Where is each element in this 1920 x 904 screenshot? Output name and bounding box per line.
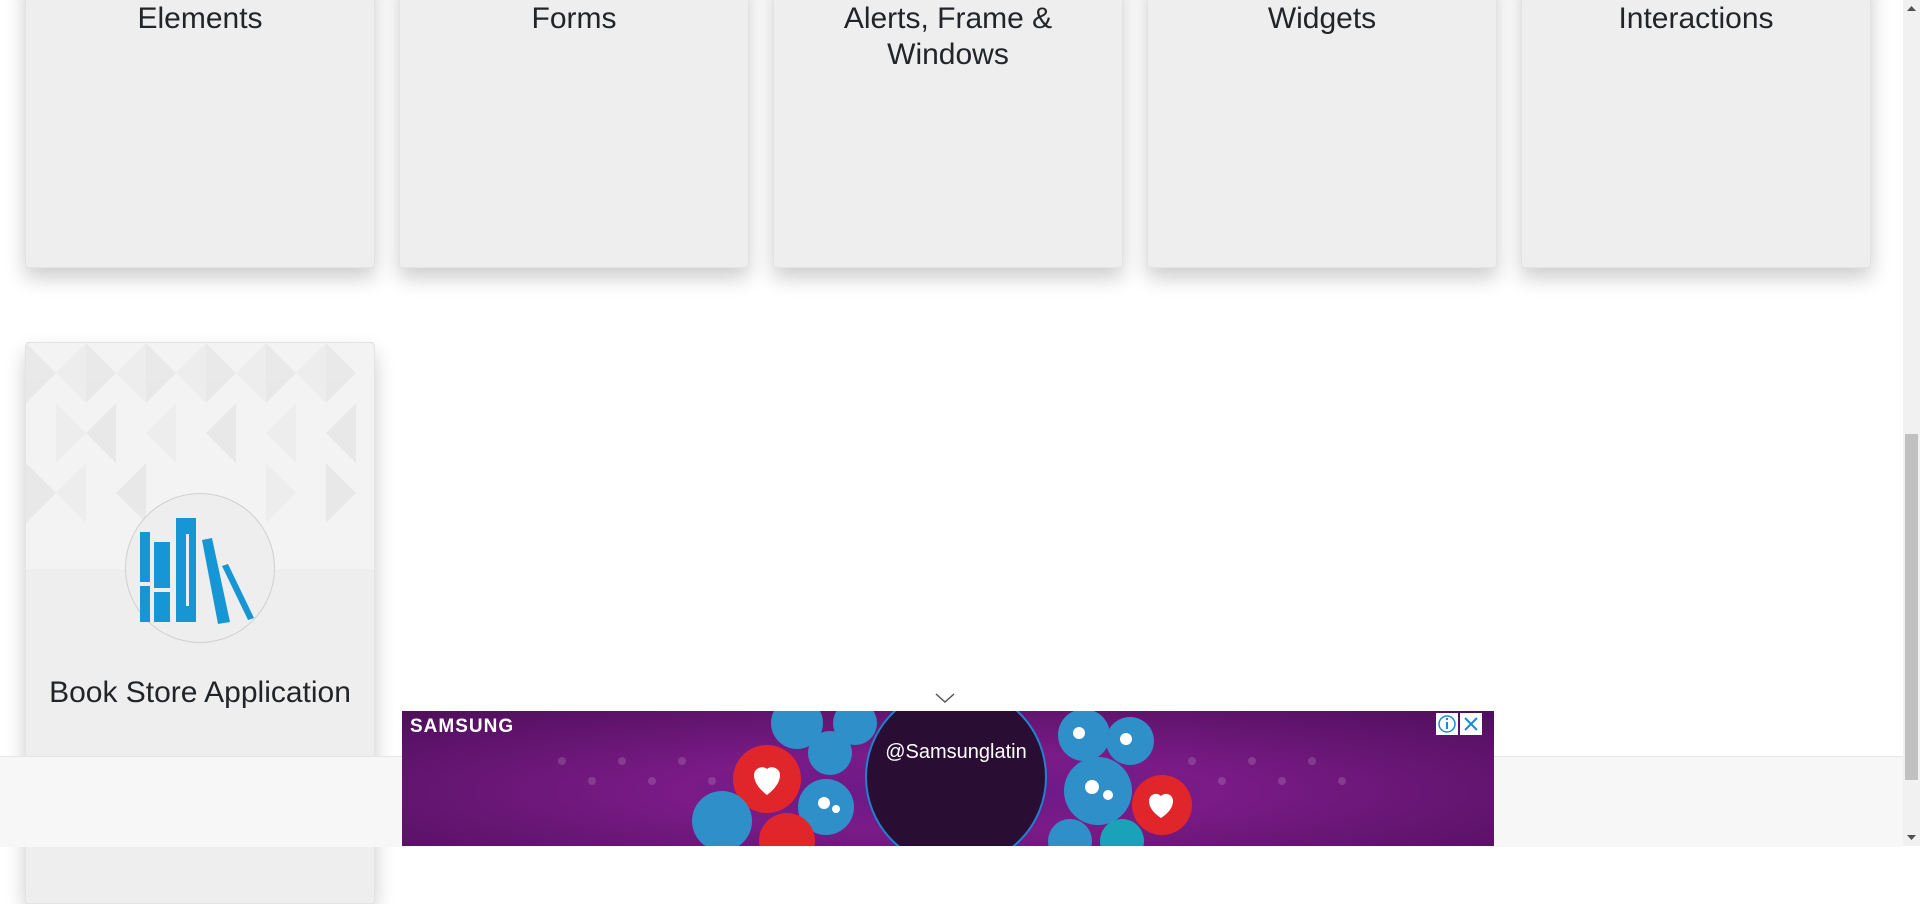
vertical-scrollbar[interactable]: [1903, 0, 1920, 846]
card-title: Forms: [531, 2, 617, 35]
scroll-up-arrow[interactable]: [1903, 0, 1920, 17]
card-widgets[interactable]: Widgets: [1147, 0, 1497, 268]
ad-brand-logo: SAMSUNG: [410, 716, 515, 737]
scroll-down-arrow[interactable]: [1903, 829, 1920, 846]
card-interactions[interactable]: Interactions: [1521, 0, 1871, 268]
close-icon[interactable]: [1460, 713, 1482, 735]
ad-handle: @Samsunglatin: [885, 741, 1027, 763]
ad-artwork: [558, 711, 1346, 846]
card-title: Widgets: [1267, 2, 1377, 35]
card-title: Alerts, Frame & Windows: [843, 2, 1053, 71]
ad-banner[interactable]: SAMSUNG @Samsunglatin: [402, 711, 1494, 846]
card-title: Interactions: [1618, 2, 1774, 35]
chevron-down-icon[interactable]: [933, 690, 957, 706]
card-title: Elements: [137, 2, 263, 35]
info-icon[interactable]: [1436, 713, 1458, 735]
card-elements[interactable]: Elements: [25, 0, 375, 268]
card-alerts-frame-windows[interactable]: Alerts, Frame & Windows: [773, 0, 1123, 268]
card-forms[interactable]: Forms: [399, 0, 749, 268]
book-store-icon: [125, 493, 275, 643]
card-title: Book Store Application: [49, 676, 351, 709]
scrollbar-thumb[interactable]: [1905, 434, 1918, 780]
